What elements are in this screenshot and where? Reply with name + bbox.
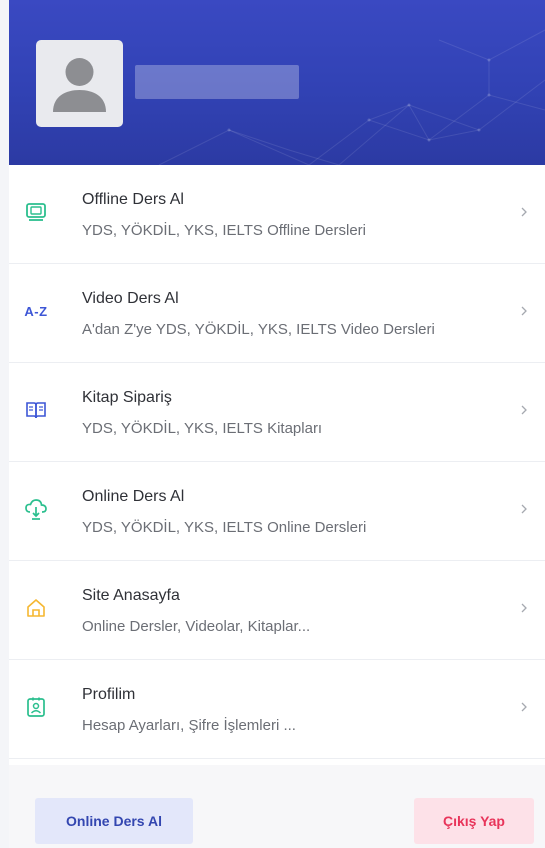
- menu-item-subtitle: Online Dersler, Videolar, Kitaplar...: [82, 618, 311, 635]
- online-ders-al-button[interactable]: Online Ders Al: [35, 798, 193, 844]
- menu-item-kitap-siparis[interactable]: Kitap Sipariş YDS, YÖKDİL, YKS, IELTS Ki…: [9, 363, 545, 462]
- menu-item-title: Profilim: [82, 686, 136, 703]
- menu-item-offline-ders[interactable]: Offline Ders Al YDS, YÖKDİL, YKS, IELTS …: [9, 165, 545, 264]
- chevron-right-icon: [521, 504, 527, 514]
- side-menu-panel: Offline Ders Al YDS, YÖKDİL, YKS, IELTS …: [9, 0, 545, 848]
- cloud-download-icon: [23, 496, 49, 522]
- menu-item-title: Kitap Sipariş: [82, 389, 172, 406]
- menu-list: Offline Ders Al YDS, YÖKDİL, YKS, IELTS …: [9, 165, 545, 759]
- user-name-placeholder: [135, 65, 299, 99]
- menu-item-title: Site Anasayfa: [82, 587, 180, 604]
- menu-item-subtitle: A'dan Z'ye YDS, YÖKDİL, YKS, IELTS Video…: [82, 321, 435, 338]
- menu-item-site-anasayfa[interactable]: Site Anasayfa Online Dersler, Videolar, …: [9, 561, 545, 660]
- menu-item-subtitle: YDS, YÖKDİL, YKS, IELTS Online Dersleri: [82, 519, 367, 536]
- chevron-right-icon: [521, 702, 527, 712]
- chevron-right-icon: [521, 405, 527, 415]
- chevron-right-icon: [521, 207, 527, 217]
- menu-item-online-ders[interactable]: Online Ders Al YDS, YÖKDİL, YKS, IELTS O…: [9, 462, 545, 561]
- chevron-right-icon: [521, 603, 527, 613]
- a-z-icon: A-Z: [24, 303, 48, 319]
- menu-item-video-ders[interactable]: A-Z Video Ders Al A'dan Z'ye YDS, YÖKDİL…: [9, 264, 545, 363]
- menu-item-subtitle: YDS, YÖKDİL, YKS, IELTS Offline Dersleri: [82, 222, 366, 239]
- menu-item-subtitle: YDS, YÖKDİL, YKS, IELTS Kitapları: [82, 420, 323, 437]
- chevron-right-icon: [521, 306, 527, 316]
- home-icon: [23, 595, 49, 621]
- book-icon: [23, 397, 49, 423]
- menu-item-title: Offline Ders Al: [82, 191, 184, 208]
- user-silhouette-icon: [53, 58, 106, 112]
- menu-item-profilim[interactable]: Profilim Hesap Ayarları, Şifre İşlemleri…: [9, 660, 545, 759]
- profile-header: [9, 0, 545, 165]
- screen-icon: [23, 199, 49, 225]
- profile-card-icon: [23, 694, 49, 720]
- avatar[interactable]: [36, 40, 123, 127]
- menu-item-title: Video Ders Al: [82, 290, 179, 307]
- menu-item-title: Online Ders Al: [82, 488, 185, 505]
- logout-button[interactable]: Çıkış Yap: [414, 798, 534, 844]
- menu-item-subtitle: Hesap Ayarları, Şifre İşlemleri ...: [82, 717, 296, 734]
- menu-footer: Online Ders Al Çıkış Yap: [9, 765, 545, 848]
